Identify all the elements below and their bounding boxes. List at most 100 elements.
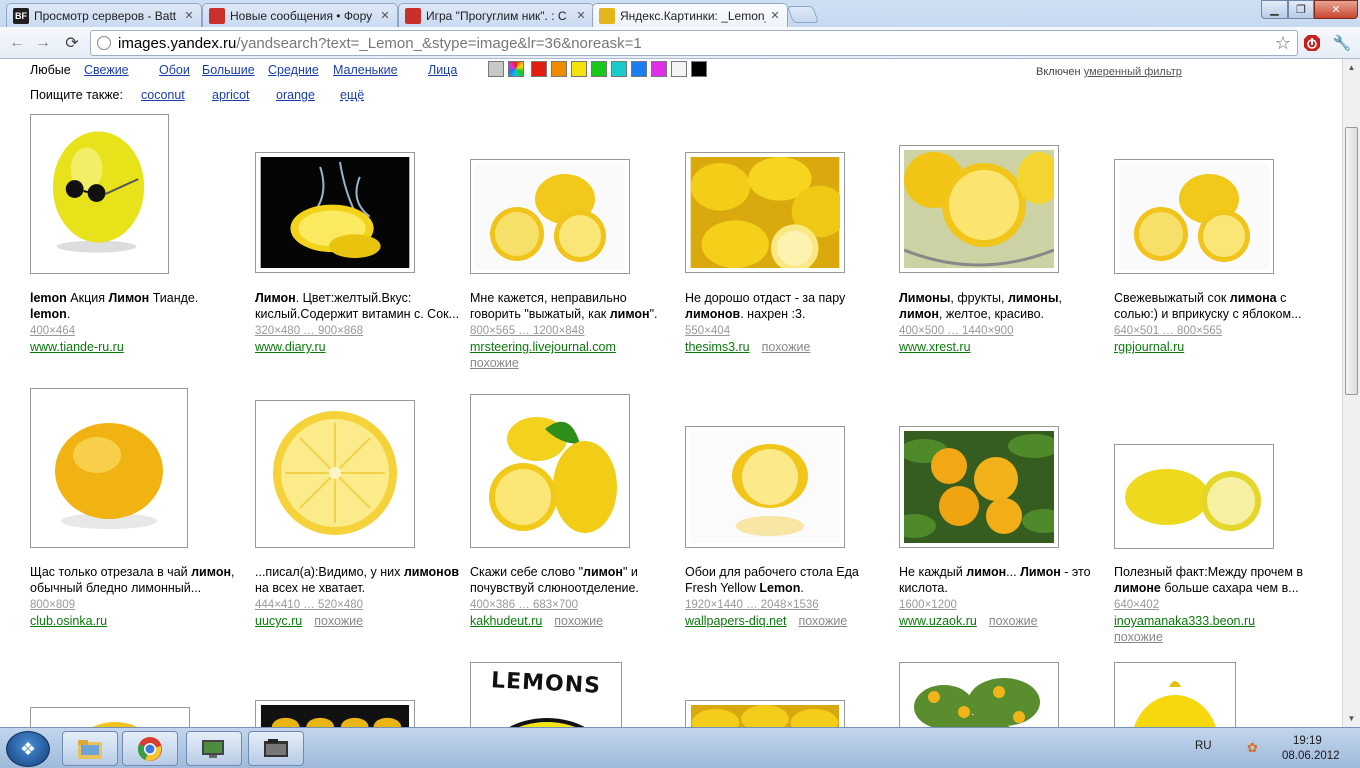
close-window-button[interactable]: ✕ xyxy=(1314,0,1358,19)
result-thumb-3[interactable] xyxy=(470,159,630,274)
result-thumb-4[interactable] xyxy=(685,152,845,273)
result-thumb-16[interactable] xyxy=(685,700,845,727)
taskbar-terminal-app[interactable] xyxy=(248,731,304,766)
result-thumb-10[interactable] xyxy=(685,426,845,548)
result-site-link[interactable]: wallpapers-diq.net xyxy=(685,614,786,628)
result-site-link[interactable]: uucyc.ru xyxy=(255,614,302,628)
color-swatch[interactable] xyxy=(531,61,547,77)
color-swatch[interactable] xyxy=(591,61,607,77)
color-swatch[interactable] xyxy=(631,61,647,77)
color-swatch[interactable] xyxy=(508,61,524,77)
result-site-link[interactable]: inoyamanaka333.beon.ru xyxy=(1114,614,1255,628)
forward-button[interactable]: → xyxy=(32,32,54,54)
result-size[interactable]: 800×565 … 1200×848 xyxy=(470,325,584,337)
color-swatch[interactable] xyxy=(671,61,687,77)
result-size[interactable]: 640×501 … 800×565 xyxy=(1114,325,1222,337)
scrollbar-thumb[interactable] xyxy=(1345,127,1358,395)
family-filter-link[interactable]: умеренный фильтр xyxy=(1084,66,1182,78)
adblock-icon[interactable] xyxy=(1302,33,1322,53)
similar-images-link[interactable]: похожие xyxy=(798,614,847,628)
tab-battlelog[interactable]: BF Просмотр серверов - Batt ✕ xyxy=(6,3,202,27)
scroll-down-arrow-icon[interactable]: ▼ xyxy=(1343,710,1360,727)
color-swatch[interactable] xyxy=(551,61,567,77)
input-language-indicator[interactable]: RU xyxy=(1195,740,1212,752)
see-also-coconut[interactable]: coconut xyxy=(141,88,185,102)
similar-images-link[interactable]: похожие xyxy=(314,614,363,628)
close-icon[interactable]: ✕ xyxy=(183,9,195,22)
filter-small[interactable]: Маленькие xyxy=(333,63,398,77)
result-site-link[interactable]: www.xrest.ru xyxy=(899,340,971,354)
filter-wallpapers[interactable]: Обои xyxy=(159,63,190,77)
color-swatch[interactable] xyxy=(488,61,504,77)
reload-button[interactable]: ⟳ xyxy=(61,32,83,54)
result-thumb-18[interactable] xyxy=(1114,662,1236,727)
result-thumb-14[interactable] xyxy=(255,700,415,727)
tab-game[interactable]: Игра "Прогуглим ник". : С ✕ xyxy=(398,3,594,27)
filter-medium[interactable]: Средние xyxy=(268,63,319,77)
filter-faces[interactable]: Лица xyxy=(428,63,457,77)
result-thumb-5[interactable] xyxy=(899,145,1059,273)
start-button[interactable]: ❖ xyxy=(6,731,50,767)
address-bar[interactable]: images.yandex.ru/yandsearch?text=_Lemon_… xyxy=(90,30,1298,56)
result-size[interactable]: 1600×1200 xyxy=(899,599,957,611)
result-size[interactable]: 400×386 … 683×700 xyxy=(470,599,578,611)
filter-any[interactable]: Любые xyxy=(30,63,71,77)
see-also-more[interactable]: ещё xyxy=(340,88,364,102)
scroll-up-arrow-icon[interactable]: ▲ xyxy=(1343,59,1360,76)
taskbar-network-app[interactable] xyxy=(186,731,242,766)
color-swatch[interactable] xyxy=(651,61,667,77)
similar-images-link[interactable]: похожие xyxy=(762,340,811,354)
result-size[interactable]: 320×480 … 900×868 xyxy=(255,325,363,337)
close-icon[interactable]: ✕ xyxy=(769,9,781,22)
clock-date[interactable]: 08.06.2012 xyxy=(1282,750,1340,762)
filter-large[interactable]: Большие xyxy=(202,63,255,77)
result-size[interactable]: 800×809 xyxy=(30,599,75,611)
result-thumb-2[interactable] xyxy=(255,152,415,273)
close-icon[interactable]: ✕ xyxy=(575,9,587,22)
result-size[interactable]: 444×410 … 520×480 xyxy=(255,599,363,611)
new-tab-button[interactable] xyxy=(786,6,820,23)
minimize-button[interactable]: ▁ xyxy=(1261,0,1288,19)
maximize-button[interactable]: ❐ xyxy=(1288,0,1314,19)
wrench-icon[interactable]: 🔧 xyxy=(1332,33,1352,53)
result-thumb-13[interactable] xyxy=(30,707,190,727)
color-swatch[interactable] xyxy=(691,61,707,77)
result-site-link[interactable]: thesims3.ru xyxy=(685,340,750,354)
clock-time[interactable]: 19:19 xyxy=(1293,735,1322,747)
result-site-link[interactable]: mrsteering.livejournal.com xyxy=(470,340,616,354)
result-site-link[interactable]: kakhudeut.ru xyxy=(470,614,542,628)
result-thumb-1[interactable] xyxy=(30,114,169,274)
see-also-orange[interactable]: orange xyxy=(276,88,315,102)
result-thumb-15[interactable]: LEMONS xyxy=(470,662,622,727)
result-thumb-11[interactable] xyxy=(899,426,1059,548)
result-thumb-9[interactable] xyxy=(470,394,630,548)
result-thumb-12[interactable] xyxy=(1114,444,1274,549)
result-thumb-17[interactable] xyxy=(899,662,1059,727)
filter-fresh[interactable]: Свежие xyxy=(84,63,129,77)
result-size[interactable]: 640×402 xyxy=(1114,599,1159,611)
tab-forum[interactable]: Новые сообщения • Фору ✕ xyxy=(202,3,398,27)
page-scrollbar[interactable]: ▲ ▼ xyxy=(1342,59,1360,727)
color-swatch[interactable] xyxy=(611,61,627,77)
similar-images-link[interactable]: похожие xyxy=(1114,629,1319,645)
result-size[interactable]: 1920×1440 … 2048×1536 xyxy=(685,599,819,611)
result-thumb-6[interactable] xyxy=(1114,159,1274,274)
back-button[interactable]: ← xyxy=(6,32,28,54)
bookmark-star-icon[interactable]: ☆ xyxy=(1275,33,1291,54)
result-thumb-7[interactable] xyxy=(30,388,188,548)
taskbar-chrome[interactable] xyxy=(122,731,178,766)
result-size[interactable]: 400×500 … 1440×900 xyxy=(899,325,1013,337)
close-icon[interactable]: ✕ xyxy=(379,9,391,22)
result-site-link[interactable]: club.osinka.ru xyxy=(30,614,107,628)
result-site-link[interactable]: www.uzaok.ru xyxy=(899,614,977,628)
result-site-link[interactable]: rgpjournal.ru xyxy=(1114,340,1184,354)
similar-images-link[interactable]: похожие xyxy=(989,614,1038,628)
tab-yandex-images[interactable]: Яндекс.Картинки: _Lemon_ ✕ xyxy=(592,3,788,27)
tray-app-icon[interactable]: ✿ xyxy=(1247,740,1258,756)
color-swatch[interactable] xyxy=(571,61,587,77)
similar-images-link[interactable]: похожие xyxy=(554,614,603,628)
similar-images-link[interactable]: похожие xyxy=(470,355,675,371)
see-also-apricot[interactable]: apricot xyxy=(212,88,250,102)
taskbar-explorer[interactable] xyxy=(62,731,118,766)
result-size[interactable]: 400×464 xyxy=(30,325,75,337)
